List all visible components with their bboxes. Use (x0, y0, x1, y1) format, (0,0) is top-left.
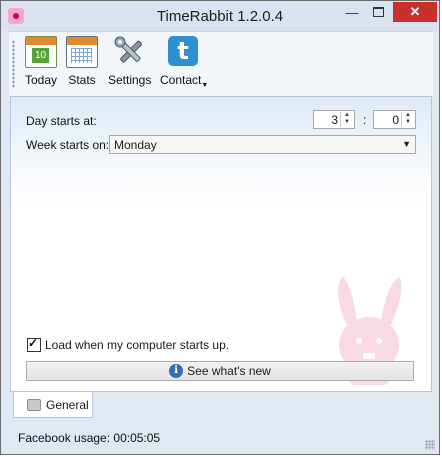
load-on-startup-option[interactable]: ✓ Load when my computer starts up. (27, 336, 230, 352)
load-on-startup-label: Load when my computer starts up. (45, 338, 230, 352)
tab-general-label: General (46, 397, 89, 412)
toolbar-stats-button[interactable]: Stats (66, 36, 98, 87)
spinner-arrows-icon[interactable]: ▲ ▼ (340, 112, 353, 127)
time-separator: : (363, 113, 367, 127)
toolbar-contact-label: Contact (160, 73, 202, 87)
toolbar-grip[interactable] (12, 40, 15, 88)
toolbar-contact-button[interactable]: t Contact▼ (160, 36, 208, 89)
maximize-button[interactable] (365, 2, 391, 22)
twitter-icon: t (168, 36, 200, 68)
info-icon: i (169, 364, 184, 378)
whats-new-button[interactable]: i See what's new (26, 361, 414, 381)
day-starts-hour-value: 3 (331, 113, 338, 127)
minimize-button[interactable]: — (339, 2, 365, 22)
status-bar: Facebook usage: 00:05:05 (1, 424, 439, 454)
week-starts-label: Week starts on: (26, 138, 110, 152)
toolbar-today-label: Today (25, 73, 58, 87)
toolbar: 10 Today Stats Settings t Contact▼ (9, 31, 433, 96)
app-window: TimeRabbit 1.2.0.4 — ✕ 10 Today Stats Se… (0, 0, 440, 455)
maximize-icon (372, 7, 384, 17)
gear-box-icon (27, 398, 41, 411)
day-starts-label: Day starts at: (26, 114, 97, 128)
toolbar-settings-label: Settings (108, 73, 152, 87)
toolbar-stats-label: Stats (68, 73, 96, 87)
general-settings-panel: Day starts at: 3 ▲ ▼ : 0 ▲ ▼ Week starts o… (10, 96, 432, 392)
checkmark-icon: ✓ (28, 336, 39, 350)
load-on-startup-checkbox[interactable]: ✓ (27, 336, 41, 352)
week-starts-value: Monday (114, 138, 157, 152)
toolbar-settings-button[interactable]: Settings (108, 36, 151, 87)
whats-new-label: See what's new (187, 364, 271, 378)
close-button[interactable]: ✕ (393, 2, 437, 22)
dropdown-arrow-icon: ▼ (201, 82, 209, 89)
spinner-arrows-icon[interactable]: ▲ ▼ (401, 112, 414, 127)
title-bar[interactable]: TimeRabbit 1.2.0.4 — ✕ (1, 1, 439, 31)
day-starts-hour-spinner[interactable]: 3 ▲ ▼ (313, 110, 355, 129)
chevron-down-icon: ▼ (402, 139, 411, 149)
tab-general[interactable]: General (13, 392, 93, 418)
resize-grip-icon[interactable] (425, 440, 435, 450)
calendar-stats-icon (66, 36, 98, 68)
day-starts-minute-spinner[interactable]: 0 ▲ ▼ (373, 110, 416, 129)
calendar-today-icon: 10 (25, 36, 58, 68)
facebook-usage-text: Facebook usage: 00:05:05 (18, 431, 161, 445)
toolbar-today-button[interactable]: 10 Today (25, 36, 57, 87)
tools-icon (114, 36, 146, 68)
week-starts-select[interactable]: Monday ▼ (109, 135, 416, 154)
day-starts-minute-value: 0 (392, 113, 399, 127)
